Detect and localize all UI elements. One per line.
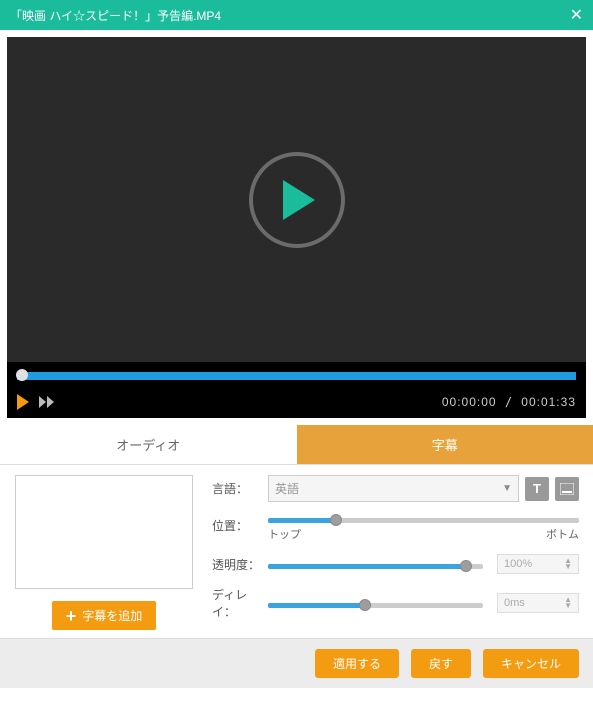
subtitle-preview-box: [15, 475, 193, 589]
player-controls: 00:00:00 / 00:01:33: [7, 362, 586, 418]
language-label: 言語：: [212, 480, 268, 497]
position-label: 位置：: [212, 517, 268, 534]
tab-audio[interactable]: オーディオ: [0, 425, 297, 464]
add-subtitle-button[interactable]: + 字幕を追加: [52, 601, 157, 630]
subtitle-panel: + 字幕を追加 言語： 英語 ▼ T 位置： トップ: [0, 465, 593, 638]
delay-label: ディレイ：: [212, 586, 268, 620]
opacity-label: 透明度：: [212, 556, 268, 573]
timeline-scrubber[interactable]: [16, 369, 28, 381]
slider-thumb[interactable]: [460, 560, 472, 572]
tab-subtitle[interactable]: 字幕: [297, 425, 593, 464]
next-button[interactable]: [39, 396, 54, 408]
slider-thumb[interactable]: [359, 599, 371, 611]
player-panel: 00:00:00 / 00:01:33: [0, 30, 593, 425]
cancel-button[interactable]: キャンセル: [483, 649, 579, 678]
plus-icon: +: [66, 609, 77, 623]
language-select[interactable]: 英語 ▼: [268, 475, 519, 502]
window-titlebar: 「映画 ハイ☆スピード！」予告編.MP4 ✕: [0, 0, 593, 30]
back-button[interactable]: 戻す: [411, 649, 471, 678]
text-style-button[interactable]: T: [525, 477, 549, 501]
time-display: 00:00:00 / 00:01:33: [442, 395, 576, 409]
play-icon: [283, 180, 319, 220]
spinner-arrows-icon: ▲▼: [564, 597, 572, 609]
position-slider[interactable]: [268, 518, 579, 523]
spinner-arrows-icon: ▲▼: [564, 558, 572, 570]
dialog-footer: 適用する 戻す キャンセル: [0, 638, 593, 688]
slider-thumb[interactable]: [330, 514, 342, 526]
video-preview: [7, 37, 586, 362]
window-title: 「映画 ハイ☆スピード！」予告編.MP4: [10, 7, 221, 24]
layout-icon: [560, 483, 574, 495]
big-play-button[interactable]: [249, 152, 345, 248]
close-icon[interactable]: ✕: [570, 5, 583, 25]
play-button[interactable]: [17, 394, 29, 410]
subtitle-layout-button[interactable]: [555, 477, 579, 501]
apply-button[interactable]: 適用する: [315, 649, 399, 678]
opacity-spinner[interactable]: 100% ▲▼: [497, 554, 579, 574]
position-left-label: トップ: [268, 526, 301, 542]
chevron-down-icon: ▼: [502, 483, 512, 494]
delay-spinner[interactable]: 0ms ▲▼: [497, 593, 579, 613]
tab-bar: オーディオ 字幕: [0, 425, 593, 465]
timeline-slider[interactable]: [17, 372, 576, 380]
opacity-slider[interactable]: [268, 564, 483, 569]
position-right-label: ボトム: [546, 526, 579, 542]
delay-slider[interactable]: [268, 603, 483, 608]
